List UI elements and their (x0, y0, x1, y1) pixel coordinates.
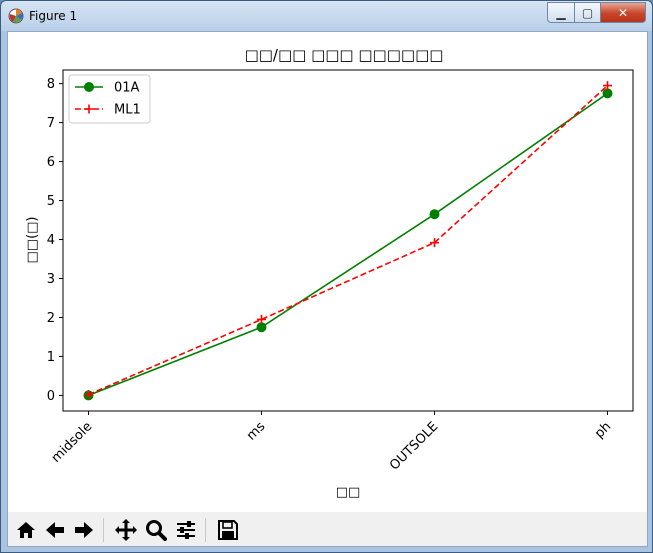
minimize-icon: ▁ (556, 5, 566, 20)
x-tick-label: OUTSOLE (387, 419, 441, 473)
forward-button[interactable] (70, 516, 97, 543)
window-title: Figure 1 (29, 9, 78, 23)
figure-canvas[interactable]: □□/□□ □□□ □□□□□□ 0 1 2 3 4 5 6 7 8 midsole ms OUTS… (8, 32, 647, 512)
line-chart: □□/□□ □□□ □□□□□□ 0 1 2 3 4 5 6 7 8 midsole ms OUTS… (25, 46, 634, 500)
close-icon: ✕ (617, 5, 629, 20)
matplotlib-app-icon (8, 8, 24, 24)
pan-icon (114, 518, 137, 541)
y-axis-label: □□(□) (25, 217, 40, 264)
legend-label: 01A (114, 81, 140, 96)
forward-icon (74, 521, 93, 538)
y-tick-label: 8 (47, 77, 55, 92)
title-bar[interactable]: Figure 1 ▁ ▢ ✕ (1, 1, 652, 31)
y-tick-label: 2 (47, 311, 55, 326)
data-point (256, 322, 267, 333)
navigation-toolbar (8, 512, 647, 546)
x-axis-label: □□ (336, 485, 361, 500)
data-point (602, 88, 613, 99)
maximize-icon: ▢ (581, 5, 594, 20)
zoom-button[interactable] (142, 516, 169, 543)
legend: 01AML1 (68, 74, 151, 124)
close-button[interactable]: ✕ (601, 2, 646, 23)
figure-client-area: □□/□□ □□□ □□□□□□ 0 1 2 3 4 5 6 7 8 midsole ms OUTS… (7, 31, 648, 547)
y-tick-label: 1 (47, 350, 55, 365)
back-button[interactable] (41, 516, 68, 543)
save-button[interactable] (214, 516, 241, 543)
x-tick-label: midsole (49, 419, 96, 466)
y-tick-label: 0 (47, 389, 55, 404)
toolbar-separator (103, 518, 104, 542)
figure-window: Figure 1 ▁ ▢ ✕ □□/□□ □□□ □□□□□□ 0 1 2 3 4 5 6 7… (0, 0, 653, 553)
data-point (429, 209, 440, 220)
configure-subplots-icon (176, 520, 195, 539)
configure-subplots-button[interactable] (172, 516, 199, 543)
save-icon (217, 519, 238, 540)
y-tick-label: 4 (47, 233, 55, 248)
y-tick-label: 6 (47, 155, 55, 170)
x-tick-label: ms (244, 419, 269, 444)
legend-marker (84, 82, 94, 92)
y-tick-label: 3 (47, 272, 55, 287)
y-tick-label: 5 (47, 194, 55, 209)
pan-button[interactable] (112, 516, 139, 543)
x-tick-label: ph (592, 419, 614, 441)
back-icon (45, 521, 64, 538)
home-icon (16, 521, 35, 538)
maximize-button[interactable]: ▢ (575, 2, 601, 23)
toolbar-separator (205, 518, 206, 542)
y-axis-ticks: 0 1 2 3 4 5 6 7 8 (47, 77, 63, 404)
home-button[interactable] (12, 516, 39, 543)
y-tick-label: 7 (47, 116, 55, 131)
x-axis-ticks: midsole ms OUTSOLE ph (49, 411, 614, 473)
chart-title: □□/□□ □□□ □□□□□□ (245, 46, 444, 64)
minimize-button[interactable]: ▁ (547, 2, 575, 23)
zoom-icon (145, 519, 167, 541)
legend-label: ML1 (114, 103, 141, 118)
